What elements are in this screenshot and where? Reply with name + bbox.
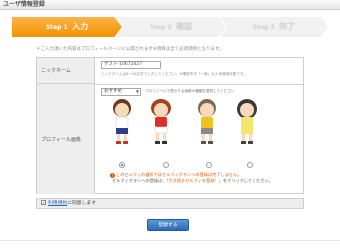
image-type-help: プロフィールで表示する画像の種類を選択してください xyxy=(145,89,235,93)
terms-agreement-row: ✓ 利用規約に同意します xyxy=(36,198,304,209)
register-button[interactable]: 登録する xyxy=(147,219,189,231)
step-2-number: Step 2 xyxy=(149,24,172,31)
step-1-number: Step 1 xyxy=(45,24,68,31)
form-note: ＊ご入力頂いた内容はプロフィールページに公開されます※項目は全て必須項目となりま… xyxy=(36,47,224,52)
terms-text: に同意します xyxy=(67,201,96,206)
avatar-radio-2[interactable] xyxy=(163,162,169,168)
nickname-label: ニックネーム xyxy=(37,58,95,84)
window-title: ユーザ情報登録 xyxy=(3,1,45,8)
title-bar: ユーザ情報登録 xyxy=(0,0,340,10)
step-3: Step 3 完了 xyxy=(220,17,328,37)
avatar-girl-dark[interactable] xyxy=(232,96,262,146)
selfie-instruction-post: 」をクリックしてください。 xyxy=(218,178,273,183)
step-3-number: Step 3 xyxy=(252,24,275,31)
avatar-boy-brown[interactable] xyxy=(107,96,137,146)
step-2-label: 確認 xyxy=(176,22,193,31)
image-type-select[interactable]: おすすめ ▼ xyxy=(101,88,141,96)
avatar-boy-yellow[interactable] xyxy=(192,96,222,146)
nickname-help: ニックネームは6〜16文字で入力してください。※確認不可「一部」カナ米使用可能で… xyxy=(101,72,247,76)
avatar-radio-3[interactable] xyxy=(206,162,212,168)
terms-checkbox[interactable]: ✓ xyxy=(41,200,46,205)
image-type-select-value: おすすめ xyxy=(104,89,122,94)
nickname-input[interactable]: ゲスト-10672427 xyxy=(101,61,161,69)
step-1-label: 入力 xyxy=(72,22,89,31)
selfie-instruction-pre: セルフィグランへの登録は、「 xyxy=(112,178,169,183)
step-3-label: 完了 xyxy=(279,22,296,31)
profile-image-label: プロフィール画像 xyxy=(37,84,95,194)
step-indicator: Step 1 入力 Step 2 確認 Step 3 完了 xyxy=(12,17,328,37)
avatar-radio-1[interactable] xyxy=(119,162,125,168)
avatar-girl-red[interactable] xyxy=(146,96,176,146)
chevron-down-icon: ▼ xyxy=(135,89,139,94)
selfie-warning-text: このセルフィの選択ではセルフィグランへの登録は完了しません。 xyxy=(116,172,242,177)
step-2: Step 2 確認 xyxy=(116,17,226,37)
selfie-instruction-emphasis: 引き続きセルフィを登録！ xyxy=(168,178,219,183)
row-divider xyxy=(95,84,304,85)
warning-icon: ! xyxy=(110,172,115,178)
step-1: Step 1 入力 xyxy=(12,17,122,37)
avatar-radio-4[interactable] xyxy=(247,162,253,168)
terms-link[interactable]: 利用規約 xyxy=(48,201,67,206)
footer-divider xyxy=(0,240,340,241)
selfie-instruction: セルフィグランへの登録は、「引き続きセルフィを登録！」をクリックしてください。 xyxy=(112,178,273,184)
